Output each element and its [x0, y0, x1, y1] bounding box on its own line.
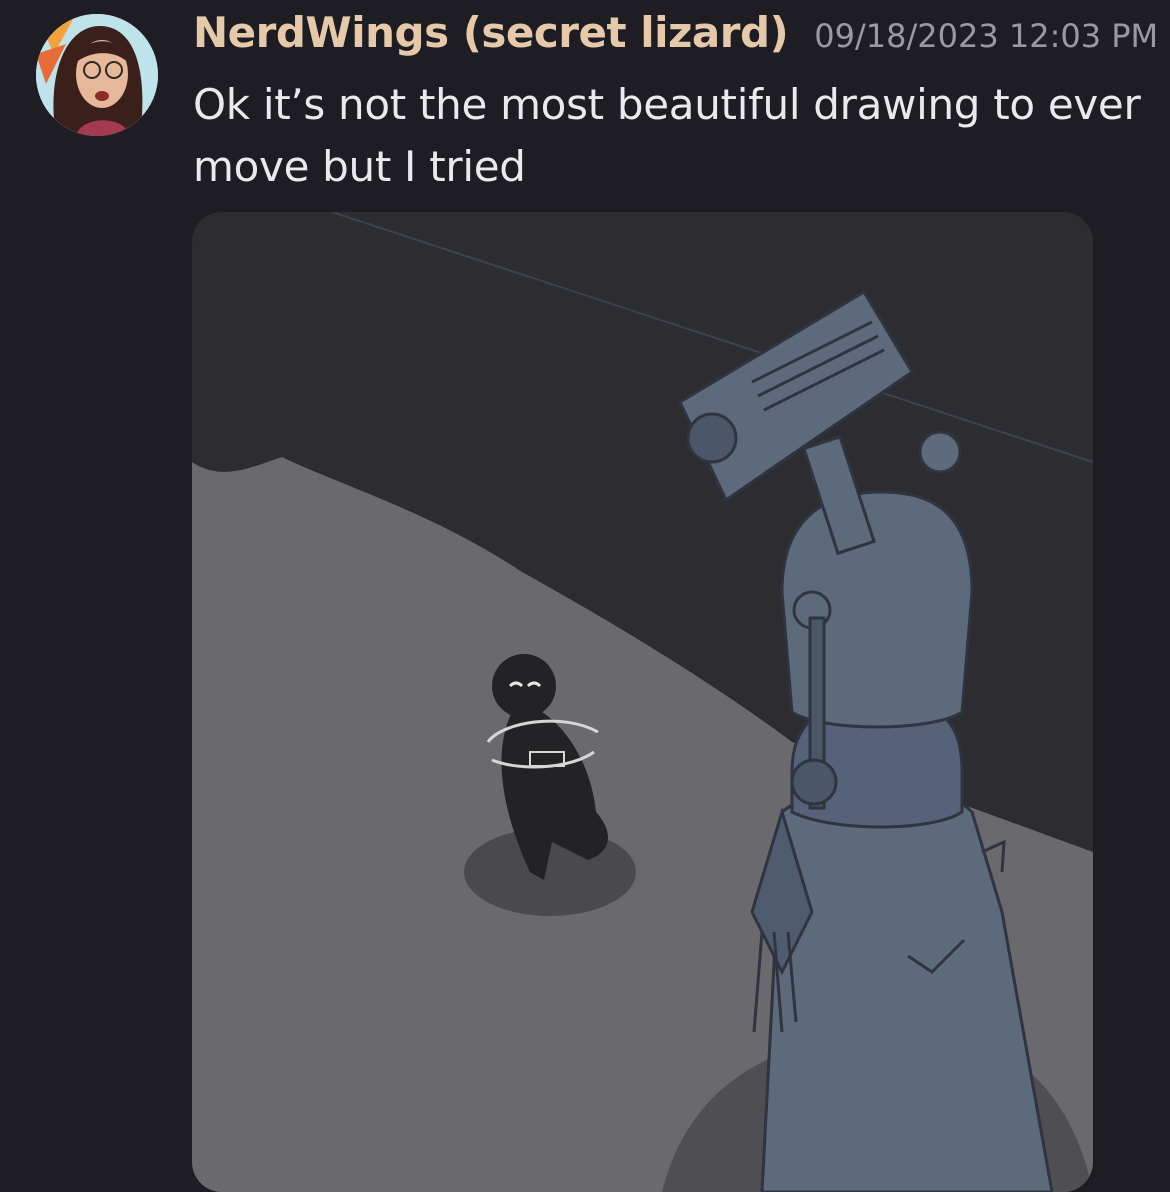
timestamp: 09/18/2023 12:03 PM [814, 17, 1159, 55]
chat-message: NerdWings (secret lizard) 09/18/2023 12:… [0, 0, 1170, 1192]
image-attachment[interactable] [192, 212, 1093, 1192]
drawing-image [192, 212, 1093, 1192]
user-avatar[interactable] [36, 14, 158, 136]
message-text-line: move but I tried [193, 142, 526, 191]
message-header: NerdWings (secret lizard) 09/18/2023 12:… [193, 8, 1158, 68]
message-text-line: Ok it’s not the most beautiful drawing t… [193, 80, 1141, 129]
message-content: Ok it’s not the most beautiful drawing t… [193, 74, 1143, 198]
username[interactable]: NerdWings (secret lizard) [193, 8, 789, 57]
user-avatar-icon [36, 14, 158, 136]
